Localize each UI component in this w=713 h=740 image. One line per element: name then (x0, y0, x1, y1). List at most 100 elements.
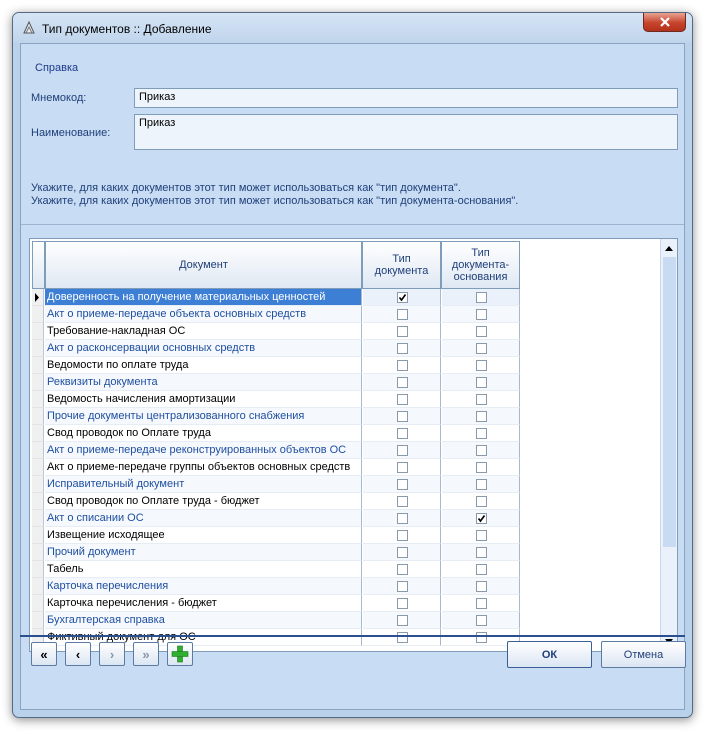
ok-button[interactable]: ОК (507, 641, 592, 668)
doc-type-checkbox[interactable] (397, 496, 408, 507)
doc-type-checkbox[interactable] (397, 326, 408, 337)
table-row[interactable]: Бухгалтерская справка (32, 612, 662, 629)
help-menu[interactable]: Справка (35, 62, 78, 74)
document-cell[interactable]: Требование-накладная ОС (45, 323, 362, 340)
document-cell[interactable]: Бухгалтерская справка (45, 612, 362, 629)
document-cell[interactable]: Свод проводок по Оплате труда (45, 425, 362, 442)
doc-type-checkbox[interactable] (397, 445, 408, 456)
document-cell[interactable]: Ведомость начисления амортизации (45, 391, 362, 408)
document-cell[interactable]: Акт о расконсервации основных средств (45, 340, 362, 357)
row-selector[interactable] (32, 306, 44, 323)
document-cell[interactable]: Акт о приеме-передаче реконструированных… (45, 442, 362, 459)
table-row[interactable]: Акт о приеме-передаче группы объектов ос… (32, 459, 662, 476)
table-row[interactable]: Доверенность на получение материальных ц… (32, 289, 662, 306)
doc-type-checkbox[interactable] (397, 615, 408, 626)
base-type-checkbox[interactable] (476, 360, 487, 371)
base-type-checkbox[interactable] (476, 411, 487, 422)
table-row[interactable]: Ведомость начисления амортизации (32, 391, 662, 408)
next-record-button[interactable]: › (99, 642, 125, 666)
table-row[interactable]: Требование-накладная ОС (32, 323, 662, 340)
base-type-checkbox[interactable] (476, 564, 487, 575)
doc-type-checkbox[interactable] (397, 513, 408, 524)
base-type-checkbox[interactable] (476, 581, 487, 592)
doc-type-checkbox[interactable] (397, 360, 408, 371)
doc-type-checkbox[interactable] (397, 377, 408, 388)
close-button[interactable] (643, 13, 686, 32)
base-type-checkbox[interactable] (476, 462, 487, 473)
column-header-document[interactable]: Документ (45, 241, 362, 289)
prev-record-button[interactable]: ‹ (65, 642, 91, 666)
base-type-checkbox[interactable] (476, 377, 487, 388)
table-row[interactable]: Извещение исходящее (32, 527, 662, 544)
document-cell[interactable]: Акт о приеме-передаче группы объектов ос… (45, 459, 362, 476)
document-cell[interactable]: Прочие документы централизованного снабж… (45, 408, 362, 425)
doc-type-checkbox[interactable] (397, 581, 408, 592)
table-row[interactable]: Карточка перечисления (32, 578, 662, 595)
column-header-base-type[interactable]: Тип документа-основания (441, 241, 520, 289)
document-cell[interactable]: Извещение исходящее (45, 527, 362, 544)
scroll-thumb[interactable] (663, 257, 676, 547)
table-row[interactable]: Прочий документ (32, 544, 662, 561)
table-row[interactable]: Акт о приеме-передаче реконструированных… (32, 442, 662, 459)
row-selector[interactable] (32, 510, 44, 527)
document-cell[interactable]: Свод проводок по Оплате труда - бюджет (45, 493, 362, 510)
row-selector[interactable] (32, 578, 44, 595)
base-type-checkbox[interactable] (476, 632, 487, 643)
scroll-up-icon[interactable] (665, 246, 673, 251)
base-type-checkbox[interactable] (476, 428, 487, 439)
doc-type-checkbox[interactable] (397, 394, 408, 405)
vertical-scrollbar[interactable] (660, 239, 677, 651)
row-selector[interactable] (32, 408, 44, 425)
row-selector[interactable] (32, 612, 44, 629)
row-selector[interactable] (32, 442, 44, 459)
doc-type-checkbox[interactable] (397, 632, 408, 643)
row-selector[interactable] (32, 493, 44, 510)
doc-type-checkbox[interactable] (397, 428, 408, 439)
table-row[interactable]: Реквизиты документа (32, 374, 662, 391)
row-selector[interactable] (32, 544, 44, 561)
row-selector[interactable] (32, 595, 44, 612)
doc-type-checkbox[interactable] (397, 564, 408, 575)
table-row[interactable]: Прочие документы централизованного снабж… (32, 408, 662, 425)
base-type-checkbox[interactable] (476, 479, 487, 490)
row-selector[interactable] (32, 425, 44, 442)
document-cell[interactable]: Акт о списании ОС (45, 510, 362, 527)
base-type-checkbox[interactable] (476, 326, 487, 337)
document-cell[interactable]: Исправительный документ (45, 476, 362, 493)
base-type-checkbox[interactable] (476, 547, 487, 558)
document-cell[interactable]: Табель (45, 561, 362, 578)
base-type-checkbox[interactable] (476, 615, 487, 626)
document-cell[interactable]: Прочий документ (45, 544, 362, 561)
document-cell[interactable]: Акт о приеме-передаче объекта основных с… (45, 306, 362, 323)
column-header-doc-type[interactable]: Тип документа (362, 241, 441, 289)
row-selector[interactable] (32, 391, 44, 408)
add-record-button[interactable] (167, 642, 193, 666)
doc-type-checkbox[interactable] (397, 462, 408, 473)
document-cell[interactable]: Карточка перечисления (45, 578, 362, 595)
doc-type-checkbox[interactable] (397, 309, 408, 320)
document-cell[interactable]: Фиктивный документ для ОС (45, 629, 362, 646)
table-row[interactable]: Акт о списании ОС (32, 510, 662, 527)
base-type-checkbox[interactable] (476, 496, 487, 507)
row-selector[interactable] (32, 476, 44, 493)
name-field[interactable]: Приказ (134, 114, 678, 150)
table-row[interactable]: Табель (32, 561, 662, 578)
base-type-checkbox[interactable] (476, 445, 487, 456)
row-selector[interactable] (32, 340, 44, 357)
base-type-checkbox[interactable] (476, 530, 487, 541)
table-row[interactable]: Исправительный документ (32, 476, 662, 493)
row-selector[interactable] (32, 374, 44, 391)
row-selector[interactable] (32, 527, 44, 544)
base-type-checkbox[interactable] (476, 309, 487, 320)
doc-type-checkbox[interactable] (397, 598, 408, 609)
doc-type-checkbox[interactable] (397, 530, 408, 541)
row-selector[interactable] (32, 323, 44, 340)
table-row[interactable]: Свод проводок по Оплате труда - бюджет (32, 493, 662, 510)
document-cell[interactable]: Доверенность на получение материальных ц… (45, 289, 362, 306)
doc-type-checkbox[interactable] (397, 547, 408, 558)
document-cell[interactable]: Карточка перечисления - бюджет (45, 595, 362, 612)
document-cell[interactable]: Ведомости по оплате труда (45, 357, 362, 374)
cancel-button[interactable]: Отмена (601, 641, 686, 668)
row-selector[interactable] (32, 561, 44, 578)
mnemocode-field[interactable]: Приказ (134, 88, 678, 108)
